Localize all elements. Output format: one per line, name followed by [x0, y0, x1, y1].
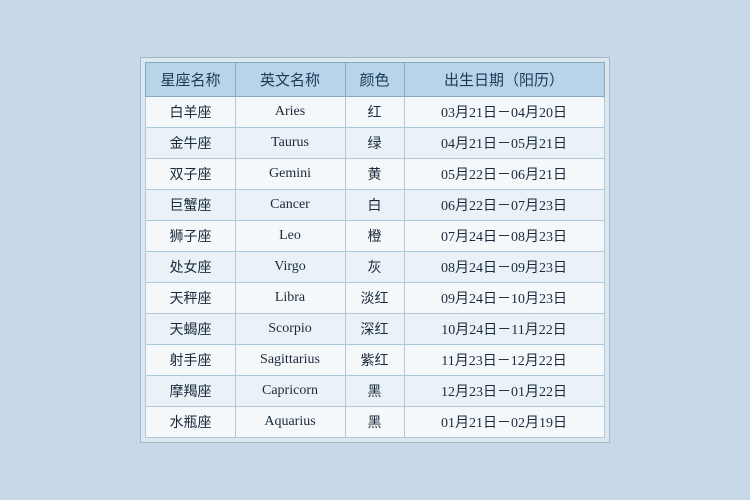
cell-english: Virgo [235, 252, 345, 283]
cell-chinese: 水瓶座 [146, 407, 235, 438]
cell-date: 01月21日－02月19日 [404, 407, 604, 438]
cell-chinese: 白羊座 [146, 97, 235, 128]
cell-chinese: 摩羯座 [146, 376, 235, 407]
cell-color: 绿 [345, 128, 404, 159]
cell-english: Scorpio [235, 314, 345, 345]
cell-date: 06月22日－07月23日 [404, 190, 604, 221]
cell-english: Sagittarius [235, 345, 345, 376]
cell-color: 白 [345, 190, 404, 221]
cell-chinese: 处女座 [146, 252, 235, 283]
cell-english: Leo [235, 221, 345, 252]
table-header-row: 星座名称 英文名称 颜色 出生日期（阳历） [146, 63, 604, 97]
cell-date: 04月21日－05月21日 [404, 128, 604, 159]
cell-color: 橙 [345, 221, 404, 252]
cell-date: 10月24日－11月22日 [404, 314, 604, 345]
cell-color: 红 [345, 97, 404, 128]
header-chinese: 星座名称 [146, 63, 235, 97]
cell-date: 09月24日－10月23日 [404, 283, 604, 314]
table-body: 白羊座Aries红03月21日－04月20日金牛座Taurus绿04月21日－0… [146, 97, 604, 438]
cell-color: 黑 [345, 376, 404, 407]
table-row: 巨蟹座Cancer白06月22日－07月23日 [146, 190, 604, 221]
cell-color: 黑 [345, 407, 404, 438]
table-row: 双子座Gemini黄05月22日－06月21日 [146, 159, 604, 190]
cell-date: 05月22日－06月21日 [404, 159, 604, 190]
cell-english: Taurus [235, 128, 345, 159]
cell-color: 灰 [345, 252, 404, 283]
cell-english: Gemini [235, 159, 345, 190]
table-row: 水瓶座Aquarius黑01月21日－02月19日 [146, 407, 604, 438]
cell-date: 11月23日－12月22日 [404, 345, 604, 376]
cell-date: 08月24日－09月23日 [404, 252, 604, 283]
cell-chinese: 金牛座 [146, 128, 235, 159]
cell-english: Capricorn [235, 376, 345, 407]
cell-english: Aries [235, 97, 345, 128]
cell-color: 淡红 [345, 283, 404, 314]
table-row: 射手座Sagittarius紫红11月23日－12月22日 [146, 345, 604, 376]
cell-chinese: 双子座 [146, 159, 235, 190]
cell-chinese: 天秤座 [146, 283, 235, 314]
cell-color: 紫红 [345, 345, 404, 376]
cell-color: 黄 [345, 159, 404, 190]
zodiac-table-container: 星座名称 英文名称 颜色 出生日期（阳历） 白羊座Aries红03月21日－04… [140, 57, 609, 443]
table-row: 天蝎座Scorpio深红10月24日－11月22日 [146, 314, 604, 345]
table-row: 天秤座Libra淡红09月24日－10月23日 [146, 283, 604, 314]
cell-chinese: 天蝎座 [146, 314, 235, 345]
cell-english: Cancer [235, 190, 345, 221]
cell-english: Libra [235, 283, 345, 314]
cell-english: Aquarius [235, 407, 345, 438]
cell-chinese: 巨蟹座 [146, 190, 235, 221]
cell-date: 03月21日－04月20日 [404, 97, 604, 128]
table-row: 狮子座Leo橙07月24日－08月23日 [146, 221, 604, 252]
table-row: 摩羯座Capricorn黑12月23日－01月22日 [146, 376, 604, 407]
table-row: 金牛座Taurus绿04月21日－05月21日 [146, 128, 604, 159]
header-date: 出生日期（阳历） [404, 63, 604, 97]
cell-date: 12月23日－01月22日 [404, 376, 604, 407]
cell-color: 深红 [345, 314, 404, 345]
cell-date: 07月24日－08月23日 [404, 221, 604, 252]
zodiac-table: 星座名称 英文名称 颜色 出生日期（阳历） 白羊座Aries红03月21日－04… [145, 62, 604, 438]
cell-chinese: 射手座 [146, 345, 235, 376]
cell-chinese: 狮子座 [146, 221, 235, 252]
header-english: 英文名称 [235, 63, 345, 97]
table-row: 白羊座Aries红03月21日－04月20日 [146, 97, 604, 128]
header-color: 颜色 [345, 63, 404, 97]
table-row: 处女座Virgo灰08月24日－09月23日 [146, 252, 604, 283]
